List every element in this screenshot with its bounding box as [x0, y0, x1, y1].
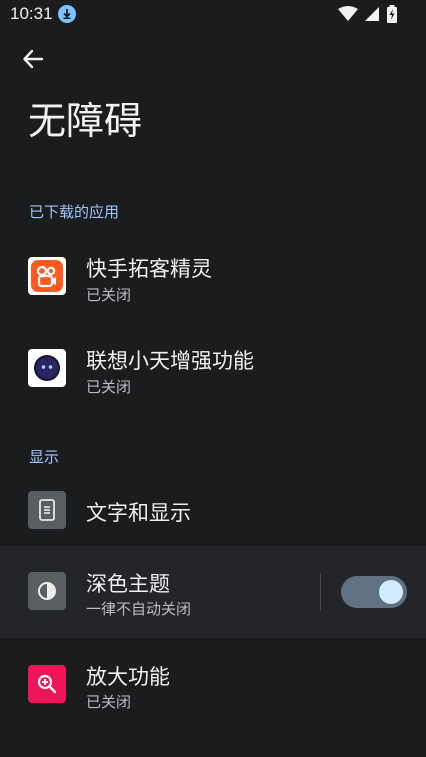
dark-theme-toggle[interactable] [341, 576, 407, 608]
list-item-subtitle: 已关闭 [86, 286, 132, 304]
toggle-knob [379, 580, 403, 604]
wifi-icon [338, 6, 358, 26]
list-item-title: 联想小天增强功能 [86, 349, 254, 373]
list-item-subtitle: 已关闭 [86, 693, 132, 711]
lenovo-xiaotian-app-icon [28, 349, 66, 387]
status-icons [338, 5, 398, 27]
list-item-lenovo-xiaotian[interactable]: 联想小天增强功能 已关闭 [0, 322, 426, 414]
back-button[interactable] [18, 46, 48, 76]
dark-theme-icon [28, 572, 66, 610]
list-item-kuaishou[interactable]: 快手拓客精灵 已关闭 [0, 230, 426, 322]
battery-charging-icon [386, 5, 398, 27]
section-title-downloaded-apps: 已下载的应用 [29, 203, 120, 221]
divider [320, 573, 321, 611]
arrow-left-icon [22, 48, 44, 74]
signal-icon [364, 6, 380, 26]
list-item-title: 文字和显示 [86, 501, 191, 525]
magnification-icon [28, 665, 66, 703]
list-item-magnification[interactable]: 放大功能 已关闭 [0, 638, 426, 730]
list-item-title: 快手拓客精灵 [86, 257, 212, 281]
text-display-icon [28, 491, 66, 529]
page-title: 无障碍 [28, 99, 143, 143]
list-item-title: 深色主题 [86, 572, 170, 596]
list-item-subtitle: 一律不自动关闭 [86, 600, 192, 618]
list-item-subtitle: 已关闭 [86, 378, 132, 396]
list-item-text-and-display[interactable]: 文字和显示 [0, 464, 426, 546]
kuaishou-app-icon [28, 257, 66, 295]
status-bar: 10:31 [0, 0, 426, 30]
list-item-title: 放大功能 [86, 665, 170, 689]
status-time: 10:31 [10, 4, 53, 23]
download-icon [58, 5, 76, 23]
list-item-dark-theme[interactable]: 深色主题 一律不自动关闭 [0, 546, 426, 638]
